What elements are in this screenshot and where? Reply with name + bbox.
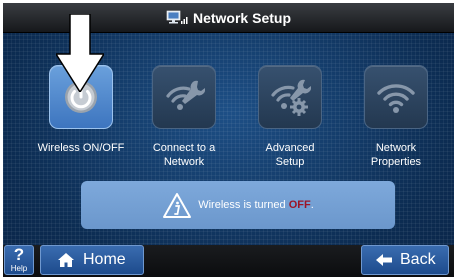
network-computer-icon xyxy=(166,10,188,24)
screen: Network Setup Wireless ON/OFF Connect to… xyxy=(3,3,454,277)
wifi-icon xyxy=(377,84,415,113)
wireless-toggle-label: Wireless ON/OFF xyxy=(37,142,125,154)
help-icon: ? xyxy=(13,245,25,264)
info-icon xyxy=(163,192,192,218)
status-text: Wireless is turned OFF. xyxy=(198,199,314,211)
down-arrow-pointer-icon xyxy=(56,14,104,92)
home-label: Home xyxy=(83,251,126,268)
status-state: OFF xyxy=(288,199,311,211)
back-arrow-icon xyxy=(376,254,392,266)
help-label: Help xyxy=(10,264,28,273)
connect-network-button[interactable] xyxy=(152,65,216,129)
back-button[interactable]: Back xyxy=(361,245,449,275)
advanced-setup-label: Advanced Setup xyxy=(265,142,315,168)
connect-network-label: Connect to a Network xyxy=(152,142,216,168)
help-button[interactable]: ? Help xyxy=(4,245,34,275)
wifi-wrench-gear-icon xyxy=(271,79,311,116)
advanced-setup-button[interactable] xyxy=(258,65,322,129)
network-properties-button[interactable] xyxy=(364,65,428,129)
home-button[interactable]: Home xyxy=(40,245,144,275)
page-title: Network Setup xyxy=(192,9,291,26)
home-icon xyxy=(58,253,74,267)
status-message-panel: Wireless is turned OFF. xyxy=(81,181,395,229)
wifi-wrench-icon xyxy=(166,80,205,110)
back-label: Back xyxy=(400,251,436,268)
network-properties-label: Network Properties xyxy=(370,142,422,168)
